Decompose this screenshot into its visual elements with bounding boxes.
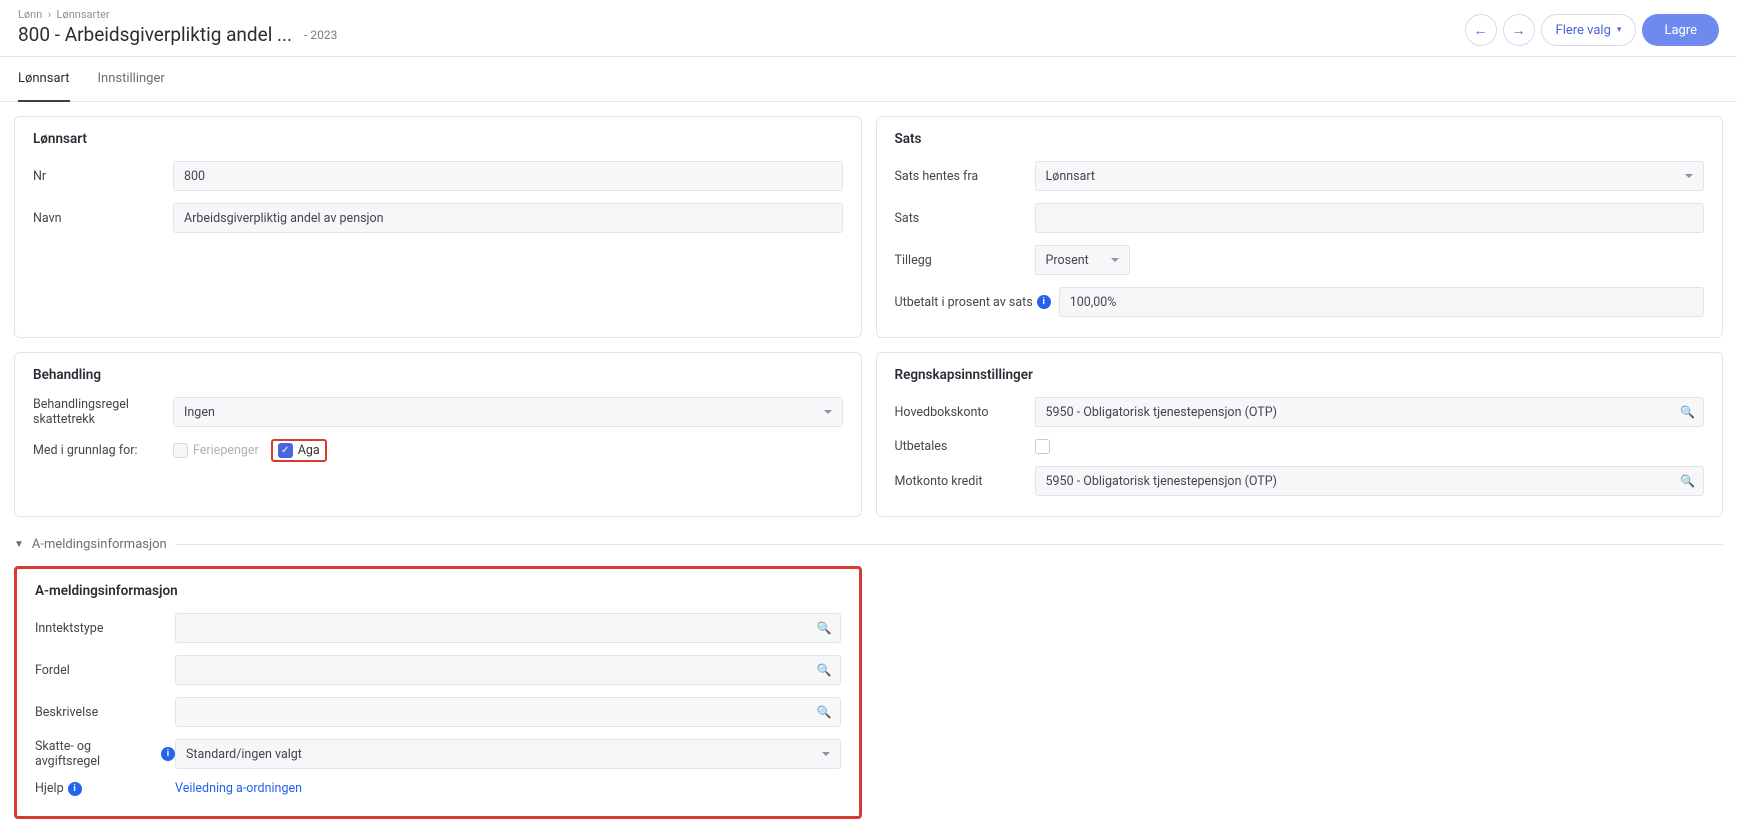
checkbox-box-icon [173,443,188,458]
tab-settings[interactable]: Innstillinger [98,57,165,101]
info-icon[interactable]: i [161,747,175,761]
nr-label: Nr [33,169,173,184]
addition-select[interactable]: Prosent [1035,245,1130,275]
name-label: Navn [33,211,173,226]
highlight-aga: ✓ Aga [271,439,327,462]
tax-rule-value: Ingen [184,405,215,420]
card-amelding: A-meldingsinformasjon Inntektstype 🔍 For… [17,569,859,816]
counter-account-label: Motkonto kredit [895,474,1035,489]
next-button[interactable]: → [1503,14,1535,46]
breadcrumb[interactable]: Lønn › Lønnsarter [18,8,337,21]
counter-account-value: 5950 - Obligatorisk tjenestepensjon (OTP… [1046,474,1277,489]
description-input[interactable]: 🔍 [175,697,841,727]
card-amelding-title: A-meldingsinformasjon [35,583,841,599]
income-type-input[interactable]: 🔍 [175,613,841,643]
tax-rule2-value: Standard/ingen valgt [186,747,302,762]
section-toggle-amelding[interactable]: ▼ A-meldingsinformasjon [14,531,1723,552]
counter-account-input[interactable]: 5950 - Obligatorisk tjenestepensjon (OTP… [1035,466,1705,496]
page-year: - 2023 [304,28,337,42]
save-label: Lagre [1664,23,1697,38]
benefit-input[interactable]: 🔍 [175,655,841,685]
name-value: Arbeidsgiverpliktig andel av pensjon [184,211,384,226]
page-title: 800 - Arbeidsgiverpliktig andel ... [18,23,292,46]
name-input[interactable]: Arbeidsgiverpliktig andel av pensjon [173,203,843,233]
search-icon[interactable]: 🔍 [817,705,832,719]
breadcrumb-parent[interactable]: Lønn [18,8,42,21]
card-wagetype: Lønnsart Nr 800 Navn Arbeidsgiverpliktig… [14,116,862,338]
tax-rule2-label: Skatte- og avgiftsregel i [35,739,175,769]
checkbox-box-icon [1035,439,1050,454]
checkbox-paid[interactable] [1035,439,1050,454]
tax-rule-select[interactable]: Ingen [173,397,843,427]
card-treatment-title: Behandling [33,367,843,383]
rate-source-value: Lønnsart [1046,169,1096,184]
section-amelding-title: A-meldingsinformasjon [32,537,167,552]
paid-label: Utbetales [895,439,1035,454]
addition-value: Prosent [1046,253,1089,268]
breadcrumb-current[interactable]: Lønnsarter [57,8,110,21]
search-icon[interactable]: 🔍 [1680,474,1695,488]
main-account-input[interactable]: 5950 - Obligatorisk tjenestepensjon (OTP… [1035,397,1705,427]
checkbox-feriepenger-label: Feriepenger [193,443,259,458]
card-wagetype-title: Lønnsart [33,131,843,147]
page-header: Lønn › Lønnsarter 800 - Arbeidsgiverplik… [0,0,1737,57]
addition-label: Tillegg [895,253,1035,268]
percent-input[interactable]: 100,00% [1059,287,1704,317]
divider-line [175,544,1723,545]
nr-value: 800 [184,169,205,184]
chevron-down-icon: ▼ [14,539,24,550]
rate-input[interactable] [1035,203,1705,233]
more-options-label: Flere valg [1556,23,1611,38]
search-icon[interactable]: 🔍 [817,621,832,635]
chevron-down-icon: ▾ [1617,25,1622,35]
more-options-button[interactable]: Flere valg ▾ [1541,14,1637,46]
search-icon[interactable]: 🔍 [817,663,832,677]
card-rate: Sats Sats hentes fra Lønnsart Sats Tille… [876,116,1724,338]
main-account-label: Hovedbokskonto [895,405,1035,420]
basis-label: Med i grunnlag for: [33,443,173,458]
content-grid: Lønnsart Nr 800 Navn Arbeidsgiverpliktig… [0,102,1737,833]
checkbox-feriepenger[interactable]: Feriepenger [173,443,259,458]
percent-value: 100,00% [1070,295,1117,310]
tabs: Lønnsart Innstillinger [0,57,1737,102]
highlight-amelding-card: A-meldingsinformasjon Inntektstype 🔍 For… [14,566,862,819]
income-type-label: Inntektstype [35,621,175,636]
search-icon[interactable]: 🔍 [1680,405,1695,419]
description-label: Beskrivelse [35,705,175,720]
tax-rule-label: Behandlingsregel skattetrekk [33,397,173,427]
arrow-left-icon: ← [1474,22,1488,39]
checkbox-aga-label: Aga [298,443,320,458]
help-label: Hjelp i [35,781,175,796]
nr-input[interactable]: 800 [173,161,843,191]
save-button[interactable]: Lagre [1642,14,1719,46]
benefit-label: Fordel [35,663,175,678]
tax-rule2-select[interactable]: Standard/ingen valgt [175,739,841,769]
tab-wagetype[interactable]: Lønnsart [18,57,70,102]
card-accounting-title: Regnskapsinnstillinger [895,367,1705,383]
help-link[interactable]: Veiledning a-ordningen [175,781,302,796]
arrow-right-icon: → [1512,22,1526,39]
info-icon[interactable]: i [68,782,82,796]
rate-source-select[interactable]: Lønnsart [1035,161,1705,191]
info-icon[interactable]: i [1037,295,1051,309]
prev-button[interactable]: ← [1465,14,1497,46]
card-rate-title: Sats [895,131,1705,147]
rate-source-label: Sats hentes fra [895,169,1035,184]
card-accounting: Regnskapsinnstillinger Hovedbokskonto 59… [876,352,1724,517]
rate-label: Sats [895,211,1035,226]
percent-label: Utbetalt i prosent av sats i [895,295,1051,310]
checkbox-aga[interactable]: ✓ Aga [278,443,320,458]
card-treatment: Behandling Behandlingsregel skattetrekk … [14,352,862,517]
main-account-value: 5950 - Obligatorisk tjenestepensjon (OTP… [1046,405,1277,420]
checkmark-icon: ✓ [278,443,293,458]
